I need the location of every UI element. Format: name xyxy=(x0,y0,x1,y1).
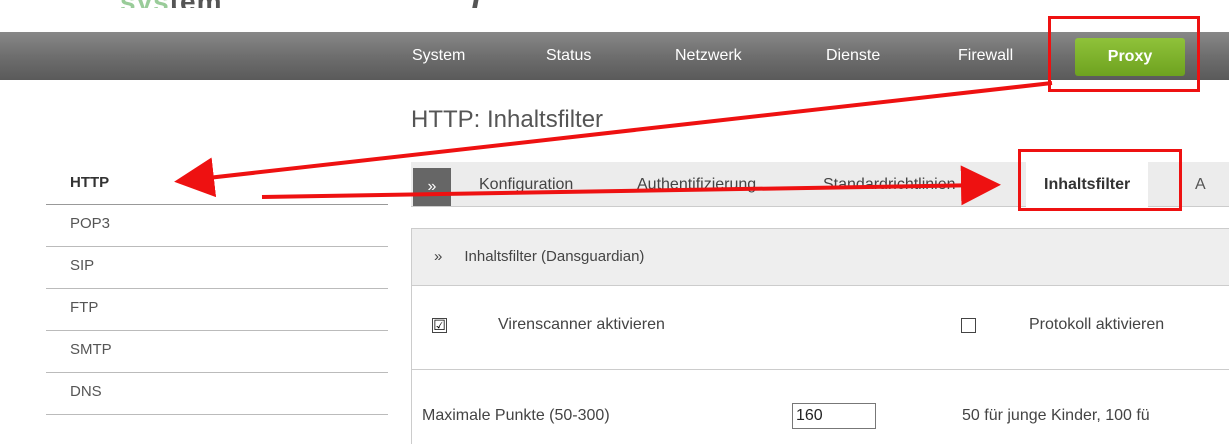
nav-status[interactable]: Status xyxy=(546,32,591,80)
highlight-inhaltsfilter xyxy=(1018,149,1182,211)
tab-overflow[interactable]: A xyxy=(1195,162,1206,206)
sidebar: HTTP POP3 SIP FTP SMTP DNS xyxy=(46,162,388,415)
sidebar-item-dns[interactable]: DNS xyxy=(46,373,388,415)
protokoll-label: Protokoll aktivieren xyxy=(1029,316,1165,333)
virenscanner-checkbox[interactable]: ☑ xyxy=(432,318,447,333)
max-points-row: Maximale Punkte (50-300) 50 für junge Ki… xyxy=(412,370,1229,444)
nav-firewall[interactable]: Firewall xyxy=(958,32,1013,80)
sidebar-item-pop3[interactable]: POP3 xyxy=(46,205,388,247)
nav-dienste[interactable]: Dienste xyxy=(826,32,880,80)
panel-title: Inhaltsfilter (Dansguardian) xyxy=(464,248,645,265)
sidebar-item-smtp[interactable]: SMTP xyxy=(46,331,388,373)
top-navigation: System Status Netzwerk Dienste Firewall … xyxy=(0,32,1229,80)
nav-netzwerk[interactable]: Netzwerk xyxy=(675,32,742,80)
page-title: HTTP: Inhaltsfilter xyxy=(411,106,604,133)
sidebar-item-ftp[interactable]: FTP xyxy=(46,289,388,331)
panel-chevron-icon[interactable]: » xyxy=(434,248,442,265)
sidebar-item-http[interactable]: HTTP xyxy=(46,162,388,205)
options-row: ☑ Virenscanner aktivieren Protokoll akti… xyxy=(412,286,1229,370)
max-points-hint: 50 für junge Kinder, 100 fü xyxy=(962,407,1150,424)
panel-header: » Inhaltsfilter (Dansguardian) xyxy=(412,229,1229,286)
tabs-chevron-icon[interactable]: » xyxy=(413,168,451,206)
tab-authentifizierung[interactable]: Authentifizierung xyxy=(637,162,756,206)
max-points-label: Maximale Punkte (50-300) xyxy=(422,407,610,424)
protokoll-checkbox[interactable] xyxy=(961,318,976,333)
nav-system[interactable]: System xyxy=(412,32,465,80)
highlight-proxy xyxy=(1048,16,1200,92)
logo-text-light: sys xyxy=(120,0,170,8)
tab-konfiguration[interactable]: Konfiguration xyxy=(479,162,573,206)
logo: system / xyxy=(120,0,500,8)
max-points-input[interactable] xyxy=(792,403,876,429)
tab-standardrichtlinien[interactable]: Standardrichtlinien xyxy=(823,162,988,206)
sidebar-item-sip[interactable]: SIP xyxy=(46,247,388,289)
logo-text-dark: tem xyxy=(170,0,223,8)
content-panel: » Inhaltsfilter (Dansguardian) ☑ Virensca… xyxy=(411,228,1229,444)
virenscanner-label: Virenscanner aktivieren xyxy=(498,316,665,333)
logo-slash: / xyxy=(470,0,482,8)
